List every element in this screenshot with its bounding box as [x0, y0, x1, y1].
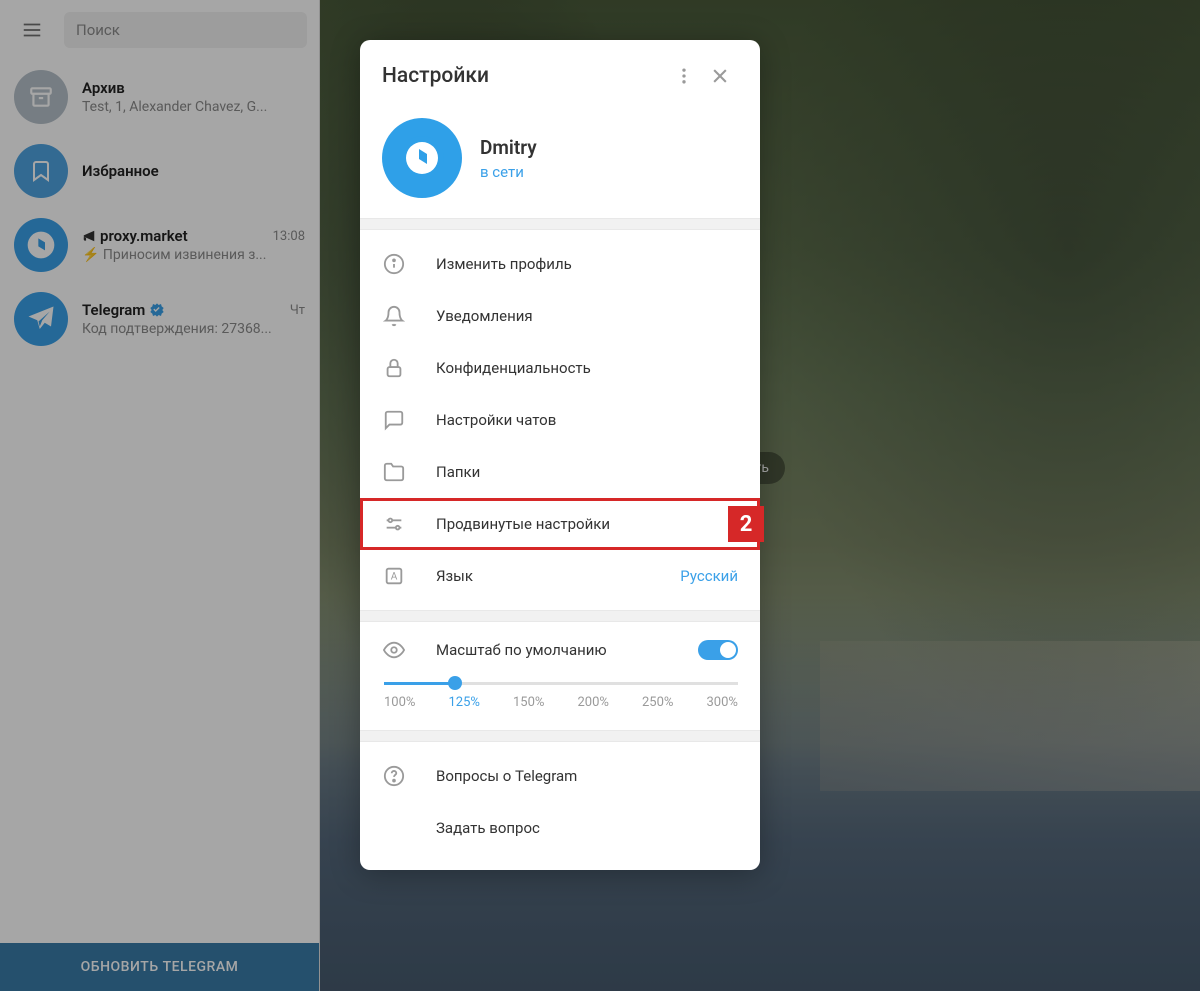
settings-label: Язык: [436, 567, 650, 585]
svg-text:A: A: [391, 572, 398, 583]
settings-label: Вопросы о Telegram: [436, 767, 738, 785]
scale-toggle[interactable]: [698, 640, 738, 660]
chat-icon: [382, 408, 406, 432]
sliders-icon: [382, 512, 406, 536]
more-button[interactable]: [666, 58, 702, 94]
scale-option[interactable]: 200%: [578, 695, 609, 710]
profile-status: в сети: [480, 163, 537, 181]
settings-item-edit-profile[interactable]: Изменить профиль: [360, 238, 760, 290]
help-icon: [382, 764, 406, 788]
scale-option[interactable]: 150%: [513, 695, 544, 710]
scale-label: Масштаб по умолчанию: [436, 641, 668, 659]
scale-slider[interactable]: 100% 125% 150% 200% 250% 300%: [384, 682, 738, 710]
folder-icon: [382, 460, 406, 484]
close-icon: [710, 66, 730, 86]
bell-icon: [382, 304, 406, 328]
settings-item-chat-settings[interactable]: Настройки чатов: [360, 394, 760, 446]
divider: [360, 218, 760, 230]
settings-label: Настройки чатов: [436, 411, 738, 429]
settings-item-privacy[interactable]: Конфиденциальность: [360, 342, 760, 394]
settings-item-language[interactable]: A Язык Русский: [360, 550, 760, 602]
profile-avatar: [382, 118, 462, 198]
settings-label: Конфиденциальность: [436, 359, 738, 377]
annotation-badge: 2: [728, 506, 764, 542]
empty-icon: [382, 816, 406, 840]
language-icon: A: [382, 564, 406, 588]
scale-option[interactable]: 250%: [642, 695, 673, 710]
settings-item-ask[interactable]: Задать вопрос: [360, 802, 760, 854]
settings-item-advanced[interactable]: Продвинутые настройки 2: [360, 498, 760, 550]
more-vertical-icon: [674, 66, 694, 86]
profile-row[interactable]: Dmitry в сети: [360, 108, 760, 218]
close-button[interactable]: [702, 58, 738, 94]
modal-title: Настройки: [382, 64, 666, 88]
scale-option[interactable]: 125%: [449, 695, 480, 710]
scale-option[interactable]: 300%: [707, 695, 738, 710]
info-icon: [382, 252, 406, 276]
settings-label: Уведомления: [436, 307, 738, 325]
divider: [360, 730, 760, 742]
settings-label: Задать вопрос: [436, 819, 738, 837]
divider: [360, 610, 760, 622]
settings-label: Продвинутые настройки: [436, 515, 738, 533]
lock-icon: [382, 356, 406, 380]
settings-item-notifications[interactable]: Уведомления: [360, 290, 760, 342]
settings-label: Изменить профиль: [436, 255, 738, 273]
scale-option[interactable]: 100%: [384, 695, 415, 710]
eye-icon: [382, 638, 406, 662]
settings-item-folders[interactable]: Папки: [360, 446, 760, 498]
settings-value: Русский: [680, 567, 738, 585]
settings-modal: Настройки Dmitry в сети Изменить профиль…: [360, 40, 760, 870]
settings-item-faq[interactable]: Вопросы о Telegram: [360, 750, 760, 802]
profile-name: Dmitry: [480, 136, 537, 159]
settings-label: Папки: [436, 463, 738, 481]
